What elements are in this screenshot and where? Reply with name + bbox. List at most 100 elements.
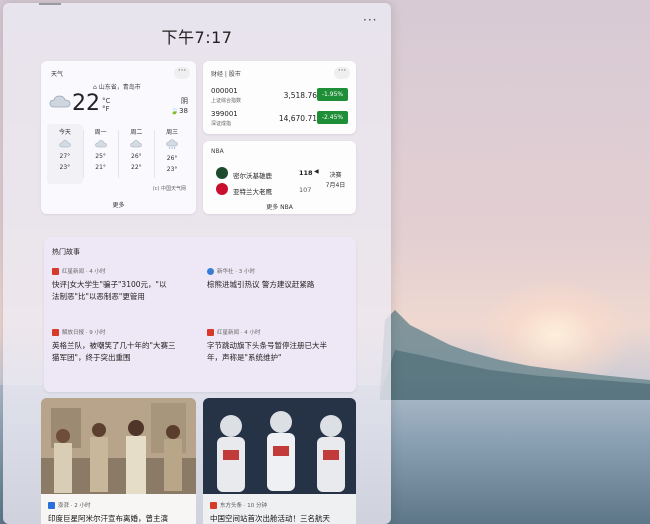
forecast-day-label: 周二 <box>130 129 143 136</box>
panel-more-button[interactable]: ··· <box>363 13 377 27</box>
weather-location-label: 山东省，青岛市 <box>98 84 141 91</box>
story-headline[interactable]: 印度巨星阿米尔汗宣布离婚，曾主演 <box>48 513 168 524</box>
forecast-low: 23° <box>166 166 178 173</box>
team-name: 密尔沃基雄鹿 <box>233 172 272 180</box>
stock-row[interactable]: 000001 上证综合指数 3,518.76 -1.95% <box>211 87 348 107</box>
story-source: 解放日报 · 9 小时 <box>52 328 197 336</box>
headline-line: 猫军团"，终于突出重围 <box>52 353 131 362</box>
forecast-day[interactable]: 今天 27° 23° <box>47 124 83 184</box>
weather-widget[interactable]: 天气 ··· ⌂ 山东省，青岛市 22 °C °F 阴 🍃38 今天 27° 2… <box>41 61 196 214</box>
widgets-panel: 下午7:17 ··· 天气 ··· ⌂ 山东省，青岛市 22 °C °F 阴 🍃… <box>3 3 391 524</box>
source-logo-icon <box>48 501 55 509</box>
aqi-icon: 🍃 <box>170 107 180 115</box>
game-date: 7月4日 <box>325 182 346 189</box>
game-status-label: 决赛 <box>329 172 342 179</box>
team-score: 107 <box>299 186 312 194</box>
home-icon: ⌂ <box>93 84 97 91</box>
image-story-caption: 东方头条 · 10 分钟 中国空间站首次出舱活动！三名航天 <box>203 494 356 524</box>
nba-widget[interactable]: NBA 密尔沃基雄鹿 118 ◀ 亚特兰大老鹰 107 决赛 7月4日 更多 N… <box>203 141 356 214</box>
image-story-card[interactable]: 东方头条 · 10 分钟 中国空间站首次出舱活动！三名航天 <box>203 398 356 524</box>
nba-more-link[interactable]: 更多 NBA <box>203 202 356 211</box>
drag-handle[interactable] <box>39 3 61 5</box>
weather-more-icon[interactable]: ··· <box>174 67 190 79</box>
image-story-card[interactable]: 澎湃 · 2 小时 印度巨星阿米尔汗宣布离婚，曾主演 <box>41 398 196 524</box>
stock-change-badge: -1.95% <box>317 88 348 101</box>
source-logo-icon <box>210 501 217 509</box>
trending-widget: 热门故事 红星新闻 · 4 小时 快评|女大学生"骗子"3100元，"以 法制恶… <box>44 237 356 392</box>
aqi-value: 🍃38 <box>170 106 188 116</box>
unit-celsius[interactable]: °C <box>102 97 110 105</box>
story-item[interactable]: 新华社 · 3 小时 棕熊进城引热议 警方建议赶紧路 <box>207 267 352 291</box>
headline-line: 棕熊进城引热议 警方建议赶紧路 <box>207 280 315 289</box>
story-source-label: 红星新闻 · 4 小时 <box>62 269 106 275</box>
story-item[interactable]: 红星新闻 · 4 小时 字节跳动旗下头条号暂停注册已大半 年，声称是"系统维护" <box>207 328 352 364</box>
forecast-day-label: 周一 <box>94 129 107 136</box>
team-name: 亚特兰大老鹰 <box>233 188 272 196</box>
winner-arrow-icon: ◀ <box>314 168 319 175</box>
story-headline[interactable]: 棕熊进城引热议 警方建议赶紧路 <box>207 279 352 291</box>
source-logo-icon <box>52 328 59 336</box>
story-source: 新华社 · 3 小时 <box>207 267 352 275</box>
temperature-units[interactable]: °C °F <box>102 97 110 113</box>
story-source: 澎湃 · 2 小时 <box>48 501 91 509</box>
story-headline[interactable]: 快评|女大学生"骗子"3100元，"以 法制恶"比"以恶制恶"更管用 <box>52 279 197 303</box>
finance-widget[interactable]: 财经 | 股市 ··· 000001 上证综合指数 3,518.76 -1.95… <box>203 61 356 134</box>
forecast-high: 26° <box>166 155 178 162</box>
story-source-label: 新华社 · 3 小时 <box>217 269 255 275</box>
panel-clock: 下午7:17 <box>161 28 233 47</box>
weather-title: 天气 <box>51 71 64 78</box>
story-source-label: 澎湃 · 2 小时 <box>58 503 91 509</box>
forecast-low: 21° <box>95 164 106 171</box>
story-source-label: 解放日报 · 9 小时 <box>62 330 106 336</box>
source-logo-icon <box>52 267 59 275</box>
cloud-icon <box>94 140 107 148</box>
story-headline[interactable]: 中国空间站首次出舱活动！三名航天 <box>210 513 330 524</box>
stock-price: 3,518.76 <box>283 91 317 100</box>
forecast-day[interactable]: 周三 26° 23° <box>154 124 190 184</box>
story-source: 东方头条 · 10 分钟 <box>210 501 267 509</box>
current-temperature: 22 <box>72 91 100 116</box>
stock-price: 14,670.71 <box>278 114 317 123</box>
rain-cloud-icon <box>166 139 178 150</box>
weather-more-link[interactable]: 更多 <box>41 200 196 209</box>
weather-location[interactable]: ⌂ 山东省，青岛市 <box>93 82 141 91</box>
forecast-divider <box>118 130 119 178</box>
forecast-day-label: 今天 <box>58 129 71 136</box>
aqi-number: 38 <box>179 107 188 115</box>
trending-title: 热门故事 <box>52 248 80 256</box>
forecast-low: 23° <box>59 164 71 171</box>
image-story-caption: 澎湃 · 2 小时 印度巨星阿米尔汗宣布离婚，曾主演 <box>41 494 196 524</box>
stock-code: 399001 <box>211 110 238 118</box>
forecast-day[interactable]: 周一 25° 21° <box>83 124 119 184</box>
forecast-day-label: 周三 <box>166 129 179 136</box>
source-logo-icon <box>207 267 214 275</box>
headline-line: 字节跳动旗下头条号暂停注册已大半 <box>207 341 327 350</box>
forecast-divider <box>83 130 84 178</box>
story-source-label: 红星新闻 · 4 小时 <box>217 330 261 336</box>
story-headline[interactable]: 字节跳动旗下头条号暂停注册已大半 年，声称是"系统维护" <box>207 340 352 364</box>
story-source: 红星新闻 · 4 小时 <box>52 267 197 275</box>
headline-line: 快评|女大学生"骗子"3100元，"以 <box>52 280 167 289</box>
forecast-divider <box>154 130 155 178</box>
story-item[interactable]: 解放日报 · 9 小时 英格兰队，被嘲笑了几十年的"大赛三 猫军团"，终于突出重… <box>52 328 197 364</box>
bucks-logo <box>216 167 228 179</box>
forecast-low: 22° <box>131 164 142 171</box>
forecast-high: 25° <box>95 153 106 160</box>
story-headline[interactable]: 英格兰队，被嘲笑了几十年的"大赛三 猫军团"，终于突出重围 <box>52 340 197 364</box>
weather-source[interactable]: (c) 中国天气网 <box>153 185 186 192</box>
forecast-high: 27° <box>59 153 71 160</box>
story-item[interactable]: 红星新闻 · 4 小时 快评|女大学生"骗子"3100元，"以 法制恶"比"以恶… <box>52 267 197 303</box>
story-source: 红星新闻 · 4 小时 <box>207 328 352 336</box>
finance-more-icon[interactable]: ··· <box>334 67 350 79</box>
cloud-icon <box>130 140 143 148</box>
forecast-day[interactable]: 周二 26° 22° <box>119 124 155 184</box>
stock-code: 000001 <box>211 87 238 95</box>
stock-name: 上证综合指数 <box>211 98 242 104</box>
stock-change-badge: -2.45% <box>317 111 348 124</box>
stock-row[interactable]: 399001 深证成指 14,670.71 -2.45% <box>211 110 348 130</box>
condition-text: 阴 <box>181 97 188 105</box>
weather-condition: 阴 🍃38 <box>170 96 188 116</box>
headline-line: 英格兰队，被嘲笑了几十年的"大赛三 <box>52 341 176 350</box>
stock-name: 深证成指 <box>211 121 232 127</box>
unit-fahrenheit[interactable]: °F <box>102 105 110 113</box>
